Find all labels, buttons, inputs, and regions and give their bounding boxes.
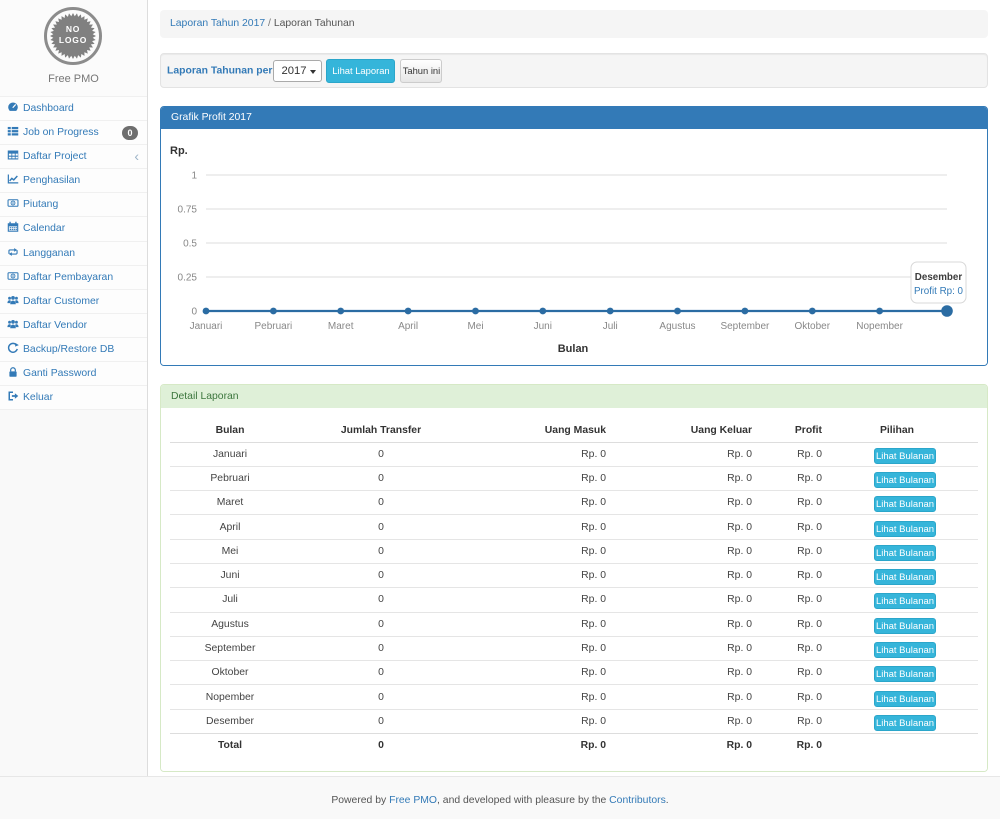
svg-text:Desember: Desember [915, 272, 963, 283]
svg-text:Mei: Mei [467, 321, 483, 332]
svg-text:0.5: 0.5 [183, 239, 197, 250]
svg-text:April: April [398, 321, 418, 332]
svg-text:0: 0 [191, 307, 197, 318]
svg-text:September: September [720, 321, 770, 332]
svg-text:LOGO: LOGO [59, 35, 87, 45]
svg-text:Profit Rp: 0: Profit Rp: 0 [914, 286, 964, 297]
svg-text:Nopember: Nopember [856, 321, 903, 332]
svg-text:1: 1 [191, 171, 197, 182]
svg-text:Pebruari: Pebruari [254, 321, 292, 332]
svg-text:Agustus: Agustus [659, 321, 695, 332]
svg-text:Juni: Juni [534, 321, 552, 332]
svg-text:Januari: Januari [190, 321, 223, 332]
svg-text:Maret: Maret [328, 321, 354, 332]
svg-text:NO: NO [66, 24, 80, 34]
svg-text:Juli: Juli [603, 321, 618, 332]
svg-text:Rp.: Rp. [170, 145, 188, 157]
svg-text:Bulan: Bulan [558, 343, 589, 355]
svg-text:0.25: 0.25 [178, 273, 198, 284]
svg-text:Oktober: Oktober [795, 321, 831, 332]
svg-text:0.75: 0.75 [178, 205, 198, 216]
